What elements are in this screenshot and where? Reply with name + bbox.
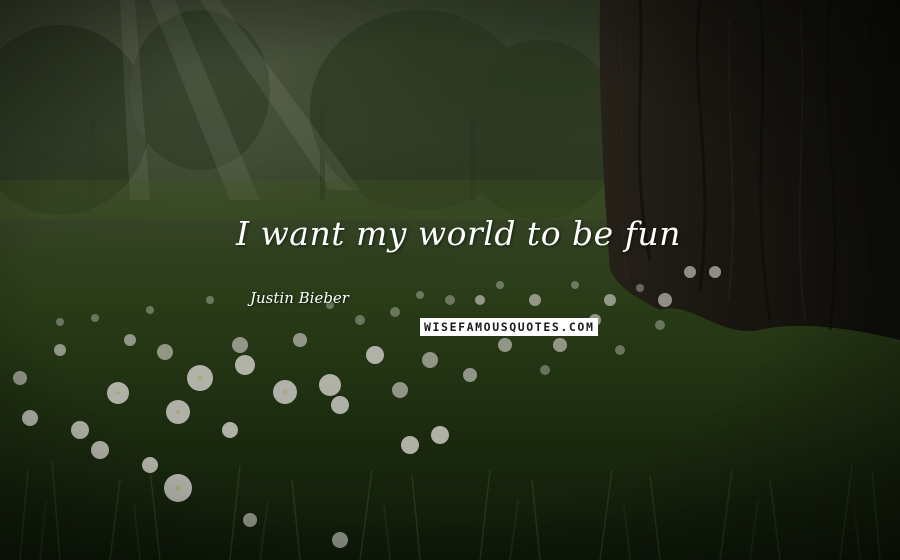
quote-author: Justin Bieber	[250, 289, 349, 307]
site-watermark: WISEFAMOUSQUOTES.COM	[420, 318, 599, 336]
quote-text: I want my world to be fun	[236, 214, 681, 253]
quote-image: I want my world to be fun Justin Bieber …	[0, 0, 900, 560]
forest-meadow-background	[0, 0, 900, 560]
